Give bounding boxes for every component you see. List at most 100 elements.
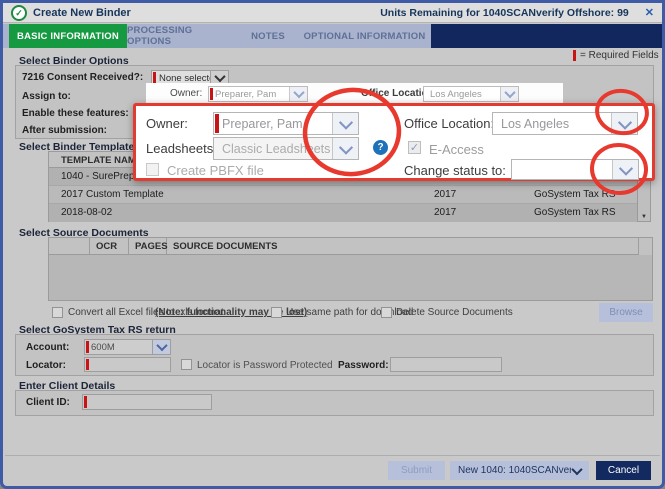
col-empty (49, 238, 90, 254)
required-marker-swatch (573, 50, 576, 61)
required-bar (84, 396, 87, 408)
units-remaining-text: Units Remaining for 1040SCANverify Offsh… (380, 7, 629, 19)
chevron-down-icon (504, 87, 515, 98)
assign-to-label: Assign to: (22, 91, 71, 102)
tab-notes[interactable]: NOTES (238, 24, 298, 48)
title-bar: ✓ Create New Binder Units Remaining for … (3, 3, 662, 23)
scroll-down-icon[interactable]: ▼ (638, 214, 650, 220)
office-chevron-button-small[interactable] (500, 87, 518, 101)
chevron-down-icon (617, 115, 631, 129)
source-table-empty-body (49, 255, 652, 300)
submit-button[interactable]: Submit (388, 461, 445, 480)
locator-input[interactable] (84, 357, 171, 372)
change-status-value (512, 160, 612, 179)
office-location-label: Office Location: (404, 116, 494, 131)
chevron-down-icon (156, 340, 167, 351)
chevron-down-icon (338, 140, 352, 154)
leadsheets-dropdown[interactable]: Classic Leadsheets (213, 137, 359, 160)
owner-value-small: Preparer, Pam (209, 87, 289, 101)
after-submission-label: After submission: (22, 125, 107, 136)
leadsheets-value: Classic Leadsheets (214, 138, 332, 159)
binder-check-icon: ✓ (11, 5, 27, 21)
cancel-button[interactable]: Cancel (596, 461, 651, 480)
tab-bar: BASIC INFORMATION PROCESSING OPTIONS NOT… (3, 24, 662, 48)
password-protected-checkbox[interactable] (181, 359, 192, 370)
enable-features-label: Enable these features: (22, 108, 129, 119)
chevron-down-icon (571, 464, 582, 475)
tab-optional-information[interactable]: OPTIONAL INFORMATION (298, 24, 431, 48)
same-path-checkbox[interactable] (271, 307, 282, 318)
owner-dropdown-small[interactable]: Preparer, Pam (208, 86, 308, 102)
source-documents-table: OCR PAGES SOURCE DOCUMENTS (48, 237, 653, 301)
table-row[interactable]: 2017 Custom Template 2017 GoSystem Tax R… (49, 186, 637, 204)
client-id-label: Client ID: (26, 397, 70, 408)
gosystem-box: Account: 600M Locator: Locator is Passwo… (15, 334, 654, 376)
pbfx-checkbox[interactable] (146, 163, 159, 176)
required-bar (210, 88, 213, 100)
create-new-binder-dialog: ✓ Create New Binder Units Remaining for … (0, 0, 665, 489)
binder-type-value: New 1040: 1040SCANverify On... (458, 465, 571, 476)
required-bar (86, 341, 89, 353)
change-status-dropdown[interactable] (511, 159, 639, 180)
tax-software-cell: GoSystem Tax RS (534, 207, 616, 218)
screenshot: ✓ Create New Binder Units Remaining for … (0, 0, 665, 489)
col-pages: PAGES (129, 238, 167, 254)
change-status-chevron-button[interactable] (612, 160, 638, 179)
table-row[interactable]: 2018-08-02 2017 GoSystem Tax RS (49, 204, 637, 222)
tab-basic-information[interactable]: BASIC INFORMATION (9, 24, 127, 48)
password-protected-label: Locator is Password Protected (197, 360, 333, 371)
office-chevron-button[interactable] (611, 113, 637, 134)
tab-processing-options[interactable]: PROCESSING OPTIONS (127, 24, 238, 48)
owner-chevron-button[interactable] (332, 113, 358, 134)
eaccess-label: E-Access (429, 142, 484, 157)
owner-dropdown[interactable]: Preparer, Pam (213, 112, 359, 135)
required-legend: = Required Fields (580, 50, 659, 61)
office-dropdown-small[interactable]: Los Angeles (423, 86, 519, 102)
client-id-input[interactable] (82, 394, 212, 410)
tax-software-cell: GoSystem Tax RS (534, 189, 616, 200)
close-icon[interactable]: ✕ (645, 6, 654, 19)
chevron-down-icon (338, 115, 352, 129)
delete-source-checkbox[interactable] (381, 307, 392, 318)
office-location-dropdown[interactable]: Los Angeles (492, 112, 638, 135)
owner-label: Owner: (146, 116, 188, 131)
office-value-small: Los Angeles (424, 87, 500, 101)
footer-divider (5, 455, 660, 456)
password-input[interactable] (390, 357, 502, 372)
col-template-name: TEMPLATE NAME (61, 155, 142, 166)
col-ocr: OCR (90, 238, 129, 254)
browse-button[interactable]: Browse (599, 303, 653, 322)
eaccess-checkbox[interactable]: ✓ (408, 141, 421, 154)
locator-label: Locator: (26, 360, 66, 371)
client-details-box: Client ID: (15, 390, 654, 416)
chevron-down-icon (618, 161, 632, 175)
chevron-down-icon (293, 87, 304, 98)
tax-year-cell: 2017 (434, 189, 456, 200)
window-title: Create New Binder (33, 7, 131, 19)
source-table-scroll-corner (639, 238, 652, 255)
functionality-note: (Note: functionality may be lost) (155, 307, 307, 318)
source-table-header: OCR PAGES SOURCE DOCUMENTS (49, 238, 652, 255)
help-icon[interactable]: ? (373, 140, 388, 155)
template-name-cell: 2017 Custom Template (61, 189, 164, 200)
template-name-cell: 2018-08-02 (61, 207, 112, 218)
consent-label: 7216 Consent Received?: (22, 72, 143, 83)
account-value: 600M (85, 340, 152, 354)
account-chevron-button[interactable] (152, 340, 170, 354)
change-status-label: Change status to: (404, 163, 506, 178)
tax-year-cell: 2017 (434, 207, 456, 218)
binder-type-dropdown[interactable]: New 1040: 1040SCANverify On... (450, 461, 589, 480)
convert-excel-checkbox[interactable] (52, 307, 63, 318)
account-dropdown[interactable]: 600M (84, 339, 171, 355)
col-source-documents: SOURCE DOCUMENTS (167, 238, 639, 254)
same-path-label: Use same path for download (286, 307, 413, 318)
chevron-down-icon (214, 71, 225, 82)
leadsheets-chevron-button[interactable] (332, 138, 358, 159)
owner-chevron-button-small[interactable] (289, 87, 307, 101)
office-location-value: Los Angeles (493, 113, 611, 134)
magnified-callout: Owner: Preparer, Pam Office Location: Lo… (133, 103, 655, 181)
pbfx-label: Create PBFX file (167, 163, 264, 178)
tab-bar-filler (431, 24, 662, 48)
leadsheets-label: Leadsheets: (146, 141, 217, 156)
required-bar (86, 359, 89, 370)
